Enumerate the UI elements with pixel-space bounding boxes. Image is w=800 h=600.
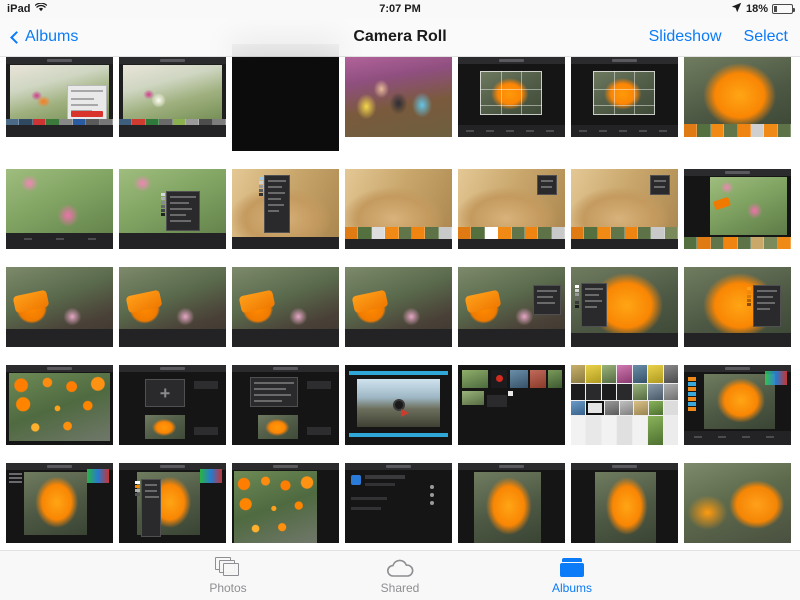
photo-thumbnail[interactable]	[345, 57, 452, 137]
photo-thumbnail[interactable]	[345, 463, 452, 543]
poppy-bloom-editor-right	[684, 267, 791, 347]
photo-edit-app-bright-spot	[119, 57, 226, 137]
photo-thumbnail[interactable]	[684, 57, 791, 137]
back-to-albums-button[interactable]: Albums	[10, 28, 79, 46]
poppy-editor-plain-b	[571, 463, 678, 543]
poppy-editor-histogram-b	[119, 463, 226, 543]
photo-thumbnail[interactable]	[571, 267, 678, 347]
device-name: iPad	[7, 3, 31, 15]
photo-grid-scroll-area[interactable]	[0, 0, 800, 600]
poppy-photo-grid-thumbnails	[6, 365, 113, 445]
photo-thumbnail[interactable]	[345, 365, 452, 445]
dark-import-dialog-a	[119, 365, 226, 445]
orange-bud-editor-2	[119, 267, 226, 347]
photo-thumbnail[interactable]	[684, 267, 791, 347]
navigation-actions: Slideshow Select	[649, 28, 788, 46]
photo-thumbnail[interactable]	[232, 169, 339, 249]
photo-thumbnail[interactable]	[458, 267, 565, 347]
poppy-macro-photo	[684, 463, 791, 543]
poppy-editor-histogram-a	[6, 463, 113, 543]
tab-shared[interactable]: Shared	[357, 556, 443, 595]
photo-thumbnail[interactable]	[119, 463, 226, 543]
photo-thumbnail[interactable]	[684, 463, 791, 543]
sepia-grass-popup-b	[571, 169, 678, 249]
tab-bar: Photos Shared Albums	[0, 550, 800, 600]
tab-photos[interactable]: Photos	[185, 556, 271, 595]
photo-thumbnail[interactable]	[119, 267, 226, 347]
green-pink-flower-shot	[6, 169, 113, 249]
dark-settings-list	[345, 463, 452, 543]
tab-photos-label: Photos	[209, 581, 247, 595]
status-bar-right: 18%	[731, 2, 795, 16]
photo-thumbnail[interactable]	[684, 365, 791, 445]
orange-bud-editor-3	[232, 267, 339, 347]
photo-thumbnail[interactable]	[458, 57, 565, 137]
photo-thumbnail[interactable]	[119, 169, 226, 249]
photo-thumbnail[interactable]	[458, 463, 565, 543]
poppy-editor-plain-a	[458, 463, 565, 543]
tab-shared-label: Shared	[380, 581, 420, 595]
battery-icon	[772, 4, 795, 14]
photo-thumbnail[interactable]	[458, 365, 565, 445]
photo-thumbnail[interactable]	[6, 57, 113, 137]
photos-stack-icon	[215, 556, 241, 578]
sepia-grass-panel	[232, 169, 339, 249]
status-bar-left: iPad	[7, 2, 47, 15]
orange-bud-editor-4	[345, 267, 452, 347]
photo-thumbnail[interactable]	[345, 267, 452, 347]
poppy-crop-editor-a	[458, 57, 565, 137]
orange-poppy-closeup	[684, 57, 791, 137]
chevron-left-icon	[10, 30, 23, 44]
photo-thumbnail[interactable]	[232, 267, 339, 347]
poppy-adjust-editor	[684, 365, 791, 445]
photo-thumbnail[interactable]	[119, 57, 226, 137]
media-browser-dark	[458, 365, 565, 445]
green-flower-library	[684, 169, 791, 249]
photo-thumbnail[interactable]	[119, 365, 226, 445]
photo-thumbnail[interactable]	[6, 365, 113, 445]
photo-thumbnail[interactable]	[571, 57, 678, 137]
wifi-icon	[34, 2, 47, 15]
status-bar-time: 7:07 PM	[379, 3, 421, 15]
family-group-photo	[345, 57, 452, 137]
cloud-icon	[385, 556, 415, 578]
tab-albums[interactable]: Albums	[529, 556, 615, 595]
battery-percent-label: 18%	[745, 3, 768, 15]
dark-import-dialog-b	[232, 365, 339, 445]
photo-grid	[6, 44, 796, 543]
photo-thumbnail[interactable]	[571, 463, 678, 543]
photo-thumbnail[interactable]	[232, 463, 339, 543]
navigation-bar: Albums Camera Roll Slideshow Select	[0, 18, 800, 57]
status-bar: iPad 7:07 PM 18%	[0, 0, 800, 18]
albums-folder-icon	[559, 556, 585, 578]
photo-thumbnail[interactable]	[345, 169, 452, 249]
photos-app-window: iPad 7:07 PM 18% Albums Camera Roll Slid…	[0, 0, 800, 600]
video-editor-landscape	[345, 365, 452, 445]
photo-thumbnail[interactable]	[458, 169, 565, 249]
photo-thumbnail[interactable]	[6, 463, 113, 543]
orange-bud-editor-panel	[458, 267, 565, 347]
back-button-label: Albums	[25, 28, 79, 45]
green-pink-flower-panel	[119, 169, 226, 249]
sepia-grass-popup-a	[458, 169, 565, 249]
location-arrow-icon	[731, 2, 742, 16]
photo-thumbnail[interactable]	[6, 267, 113, 347]
slideshow-button[interactable]: Slideshow	[649, 28, 722, 46]
tab-albums-label: Albums	[551, 581, 592, 595]
poppy-bloom-editor-left	[571, 267, 678, 347]
select-button[interactable]: Select	[744, 28, 788, 46]
sepia-grass-plain	[345, 169, 452, 249]
poppy-crop-editor-b	[571, 57, 678, 137]
photo-thumbnail-selected[interactable]	[232, 44, 339, 151]
poppy-green-grid-shot	[232, 463, 339, 543]
photo-thumbnail[interactable]	[232, 365, 339, 445]
photo-thumbnail[interactable]	[684, 169, 791, 249]
photo-thumbnail[interactable]	[571, 365, 678, 445]
photo-thumbnail[interactable]	[571, 169, 678, 249]
orange-bud-editor-1	[6, 267, 113, 347]
photo-library-grid-light	[571, 365, 678, 445]
photo-thumbnail[interactable]	[6, 169, 113, 249]
photo-edit-app-with-dialog	[6, 57, 113, 137]
dark-sepia-cat-photo	[232, 44, 339, 151]
